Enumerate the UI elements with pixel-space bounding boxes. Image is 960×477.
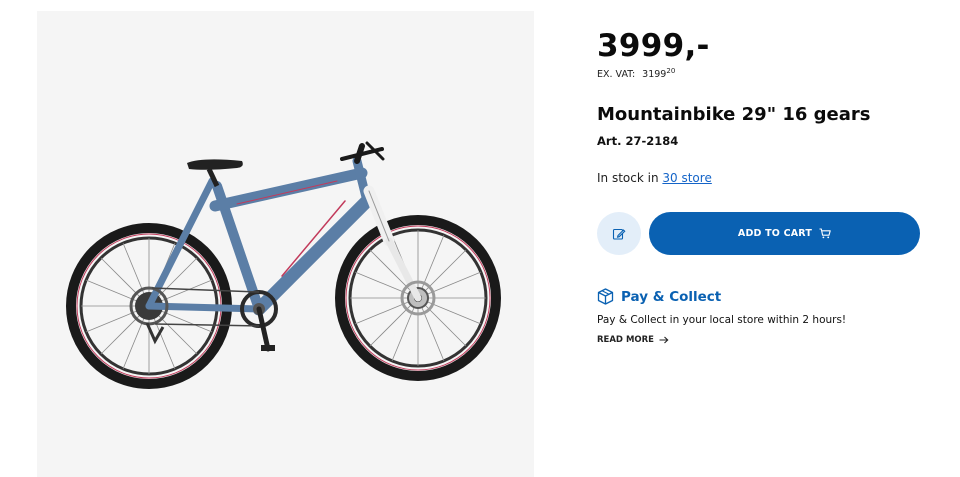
ex-vat-value: 3199 xyxy=(642,69,667,80)
product-image[interactable] xyxy=(37,11,534,477)
bicycle-illustration xyxy=(66,141,501,389)
pay-collect-description: Pay & Collect in your local store within… xyxy=(597,314,847,326)
stock-prefix: In stock in xyxy=(597,171,659,185)
pay-collect-heading: Pay & Collect xyxy=(597,288,721,305)
note-button[interactable] xyxy=(597,212,641,255)
read-more-label: READ MORE xyxy=(597,335,654,345)
ex-vat-decimals: 20 xyxy=(666,67,676,75)
article-number: Art. 27-2184 xyxy=(597,134,679,148)
frame xyxy=(145,156,374,316)
handlebar xyxy=(340,141,385,164)
store-availability-link[interactable]: 30 store xyxy=(662,171,711,185)
product-price: 3999,- xyxy=(597,28,710,64)
ex-vat-label: EX. VAT: xyxy=(597,69,636,80)
shopping-cart-icon xyxy=(819,228,831,239)
product-title: Mountainbike 29" 16 gears xyxy=(597,104,871,125)
arrow-right-icon xyxy=(659,336,669,344)
add-to-cart-label: ADD TO CART xyxy=(737,228,813,239)
pay-collect-title: Pay & Collect xyxy=(621,288,722,305)
read-more-link[interactable]: READ MORE xyxy=(597,335,669,345)
saddle xyxy=(187,159,243,170)
price-ex-vat: EX. VAT: 319920 xyxy=(597,67,675,80)
pencil-note-icon xyxy=(612,228,626,240)
stock-status: In stock in 30 store xyxy=(597,171,712,185)
box-icon xyxy=(597,288,614,305)
add-to-cart-button[interactable]: ADD TO CART xyxy=(649,212,920,255)
